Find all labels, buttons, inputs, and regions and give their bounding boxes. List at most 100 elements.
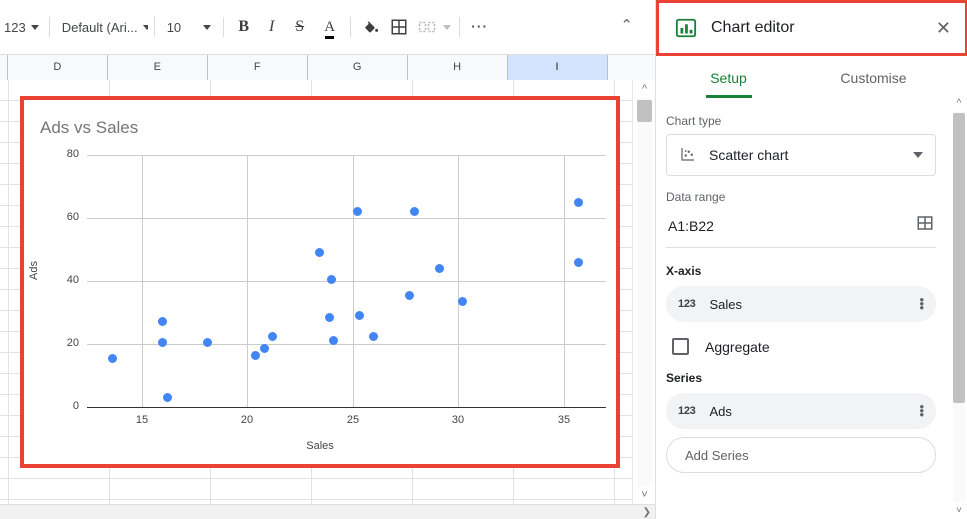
number-format-button[interactable]: 123 <box>0 12 43 42</box>
chart-editor-tabs: Setup Customise <box>656 58 946 98</box>
tab-customise[interactable]: Customise <box>801 58 946 98</box>
data-range-label: Data range <box>666 190 726 204</box>
column-label: H <box>453 61 462 73</box>
font-family-label: Default (Ari... <box>61 19 138 35</box>
x-axis-title: Sales <box>306 440 334 452</box>
scroll-up-icon[interactable]: ^ <box>633 80 656 98</box>
scatter-point <box>369 331 379 341</box>
grid-line <box>8 80 9 504</box>
chart-title: Ads vs Sales <box>40 118 139 137</box>
close-icon[interactable]: ✕ <box>936 19 951 37</box>
gridline-vertical <box>564 155 565 407</box>
chevron-down-icon <box>202 24 211 30</box>
scroll-down-icon[interactable]: ˅ <box>633 486 656 504</box>
scatter-point <box>158 317 168 327</box>
panel-vertical-scrollbar[interactable]: ^ ˅ <box>951 95 967 519</box>
aggregate-row[interactable]: Aggregate <box>666 338 936 355</box>
scroll-down-icon[interactable]: ˅ <box>951 502 967 519</box>
y-axis-tick-label: 40 <box>66 274 79 286</box>
grid-line <box>0 478 640 479</box>
more-options-label: ⋯ <box>470 17 490 36</box>
strikethrough-button[interactable]: S <box>286 13 314 41</box>
kebab-menu-icon[interactable]: • • • <box>919 400 924 421</box>
gridline-vertical <box>142 155 143 407</box>
bold-button[interactable]: B <box>230 13 258 41</box>
chart-editor-header: Chart editor ✕ <box>656 0 967 56</box>
x-axis-chip-sales[interactable]: 123 Sales • • • <box>666 286 936 322</box>
gridline-horizontal <box>87 155 606 156</box>
tab-customise-label: Customise <box>840 70 907 86</box>
tab-setup[interactable]: Setup <box>656 58 801 98</box>
scatter-point <box>107 353 117 363</box>
column-header-E[interactable]: E <box>107 55 208 80</box>
merge-cells-button[interactable] <box>413 13 441 41</box>
chart-editor-panel: Chart editor ✕ Setup Customise Chart typ… <box>655 0 967 519</box>
toolbar-divider <box>153 17 155 37</box>
series-chip-ads[interactable]: 123 Ads • • • <box>666 393 936 429</box>
bold-label: B <box>238 18 250 35</box>
scroll-thumb[interactable] <box>953 113 965 403</box>
chart-type-select[interactable]: Scatter chart <box>666 134 936 176</box>
chart-type-value: Scatter chart <box>709 147 789 163</box>
add-series-label: Add Series <box>685 447 749 463</box>
x-axis-tick-label: 15 <box>135 414 149 426</box>
toolbar-divider <box>48 17 50 37</box>
borders-button[interactable] <box>385 13 413 41</box>
column-label: D <box>53 61 62 73</box>
scatter-point <box>409 207 419 217</box>
chart-object[interactable]: Ads vs Sales 0 20 40 60 80 15 20 25 30 35 Sales A… <box>20 96 620 468</box>
fill-color-button[interactable] <box>357 13 385 41</box>
scatter-point <box>202 337 212 347</box>
italic-button[interactable]: I <box>258 13 286 41</box>
gridline-horizontal <box>87 281 606 282</box>
series-section-label: Series <box>666 371 703 385</box>
column-header-D[interactable]: D <box>7 55 108 80</box>
add-series-button[interactable]: Add Series <box>666 437 936 473</box>
number-type-icon: 123 <box>678 298 696 310</box>
chevron-down-icon <box>913 152 923 158</box>
aggregate-label: Aggregate <box>705 338 770 355</box>
toolbar-divider <box>458 17 460 37</box>
x-axis-line <box>87 407 606 408</box>
aggregate-checkbox[interactable] <box>672 338 689 355</box>
scatter-point <box>458 296 468 306</box>
scatter-point <box>314 248 324 258</box>
scroll-up-icon[interactable]: ^ <box>951 95 967 112</box>
font-family-select[interactable]: Default (Ari... <box>56 12 148 42</box>
scroll-right-icon[interactable]: ❯ <box>643 507 651 518</box>
column-header-I[interactable]: I <box>507 55 608 80</box>
grid-select-icon[interactable] <box>916 214 934 237</box>
column-header-G[interactable]: G <box>307 55 408 80</box>
merge-dropdown-button[interactable] <box>441 12 453 42</box>
scatter-point <box>354 311 364 321</box>
column-header-partial[interactable] <box>607 55 656 80</box>
scatter-point <box>259 344 269 354</box>
column-header-H[interactable]: H <box>407 55 508 80</box>
corner-cell[interactable] <box>0 55 8 80</box>
column-header-F[interactable]: F <box>207 55 308 80</box>
collapse-toolbar-button[interactable]: ⌃ <box>620 16 633 34</box>
sheet-vertical-scrollbar[interactable]: ^ ˅ <box>632 80 655 504</box>
scatter-point <box>251 350 261 360</box>
scroll-thumb[interactable] <box>637 100 652 122</box>
more-options-button[interactable]: ⋯ <box>466 13 494 41</box>
kebab-menu-icon[interactable]: • • • <box>919 293 924 314</box>
column-label: I <box>555 61 559 73</box>
sheet-horizontal-scrollbar[interactable]: ❯ <box>0 504 655 519</box>
y-axis-tick-label: 80 <box>66 148 79 160</box>
font-size-select[interactable]: 10 <box>161 12 217 42</box>
scatter-point <box>327 274 337 284</box>
data-range-row[interactable]: A1:B22 <box>666 210 936 248</box>
chevron-down-icon <box>30 24 39 30</box>
y-axis-title: Ads <box>28 261 40 280</box>
x-axis-tick-label: 30 <box>451 414 465 426</box>
scatter-point <box>325 312 335 322</box>
scatter-point <box>434 263 444 273</box>
number-type-icon: 123 <box>678 405 696 417</box>
collapse-toolbar-label: ⌃ <box>620 17 633 34</box>
scroll-track[interactable] <box>637 98 652 486</box>
column-label: G <box>352 61 362 73</box>
x-axis-chip-label: Sales <box>709 296 742 312</box>
strikethrough-label: S <box>295 18 305 35</box>
text-color-button[interactable]: A <box>316 13 344 41</box>
